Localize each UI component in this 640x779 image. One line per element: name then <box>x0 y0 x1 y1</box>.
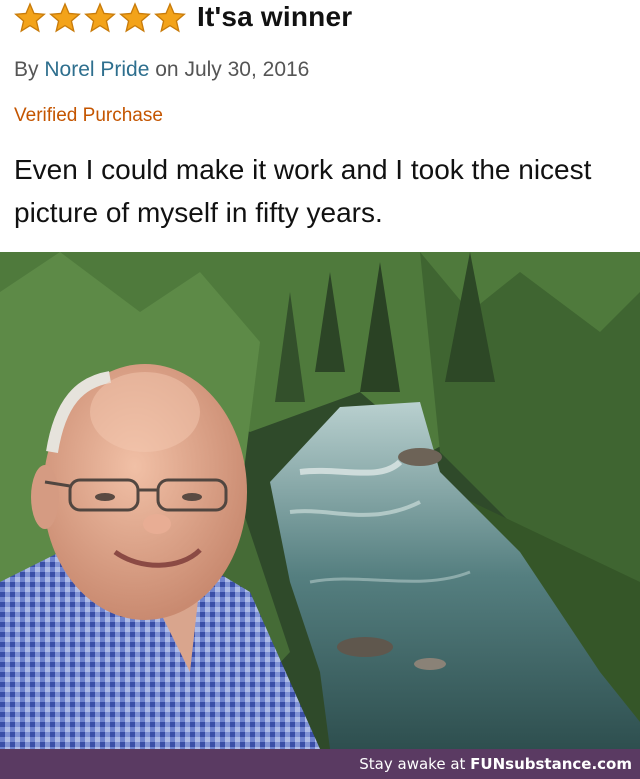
star-rating <box>13 2 187 34</box>
star-icon <box>119 2 151 33</box>
watermark-brand: FUNsubstance.com <box>470 755 632 773</box>
review-title[interactable]: It'sa winner <box>197 1 352 33</box>
photo-illustration <box>0 252 640 749</box>
watermark-text: Stay awake at FUNsubstance.com <box>359 755 632 773</box>
review-body: Even I could make it work and I took the… <box>14 154 592 228</box>
review-card: It'sa winner By Norel Pride on July 30, … <box>0 0 640 252</box>
verified-purchase-badge: Verified Purchase <box>14 105 163 126</box>
star-icon <box>14 2 46 33</box>
watermark-prefix: Stay awake at <box>359 755 471 773</box>
author-link[interactable]: Norel Pride <box>44 58 149 81</box>
watermark-bar: Stay awake at FUNsubstance.com <box>0 749 640 779</box>
star-icon <box>84 2 116 33</box>
review-date: on July 30, 2016 <box>155 58 310 81</box>
star-icon <box>49 2 81 33</box>
star-icon <box>154 2 186 33</box>
review-photo <box>0 252 640 749</box>
byline-prefix: By <box>14 58 39 81</box>
review-byline: By Norel Pride on July 30, 2016 <box>14 58 309 82</box>
